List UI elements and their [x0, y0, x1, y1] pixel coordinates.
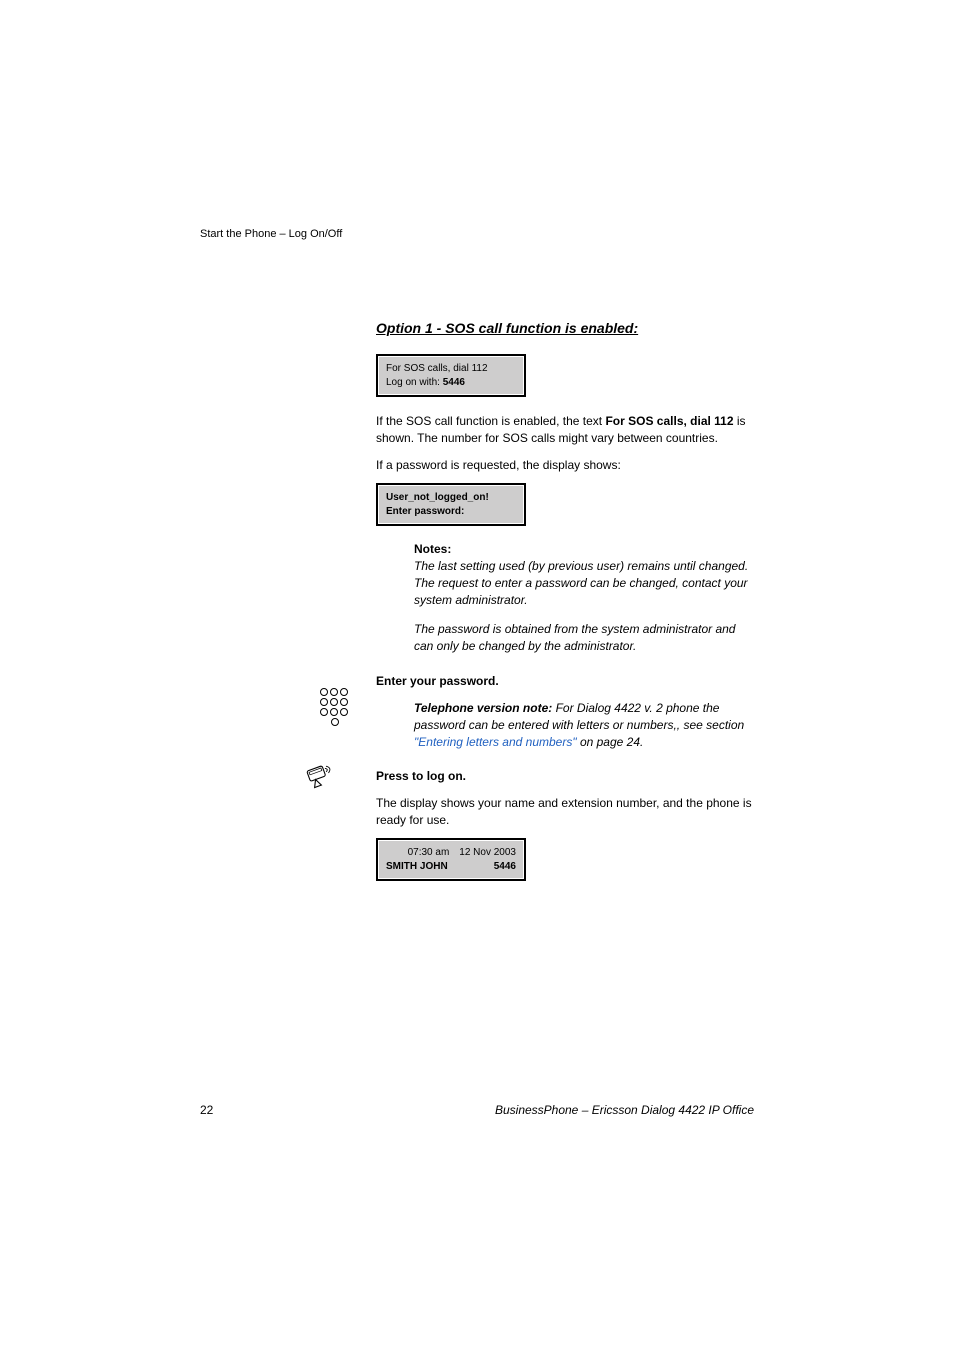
display-line: Log on with: 5446 — [386, 376, 516, 390]
text-bold: For SOS calls, dial 112 — [605, 414, 733, 428]
page-number: 22 — [200, 1103, 213, 1117]
paragraph: The display shows your name and extensio… — [376, 795, 756, 829]
display-line: Enter password: — [386, 505, 516, 519]
display-time: 07:30 am — [386, 846, 459, 860]
display-row: SMITH JOHN 5446 — [386, 860, 516, 874]
display-date: 12 Nov 2003 — [459, 846, 516, 860]
action-label: Press to log on. — [376, 769, 466, 783]
display-line: For SOS calls, dial 112 — [386, 362, 516, 376]
display-text: Log on with: — [386, 377, 443, 388]
note-bold: Telephone version note: — [414, 701, 552, 715]
display-value: 5446 — [443, 377, 465, 388]
link-entering-letters[interactable]: "Entering letters and numbers" — [414, 735, 577, 749]
display-row: 07:30 am 12 Nov 2003 — [386, 846, 516, 860]
notes-text: The password is obtained from the system… — [414, 621, 756, 655]
action-press-logon: Press to log on. — [376, 767, 756, 785]
running-header: Start the Phone – Log On/Off — [200, 228, 342, 240]
keypad-icon — [320, 688, 350, 726]
version-note: Telephone version note: For Dialog 4422 … — [414, 700, 756, 750]
speaker-icon — [302, 758, 342, 799]
display-line: User_not_logged_on! — [386, 491, 516, 505]
content-column: Option 1 - SOS call function is enabled:… — [376, 320, 756, 897]
paragraph: If a password is requested, the display … — [376, 457, 756, 474]
notes-text: The last setting used (by previous user)… — [414, 558, 756, 608]
phone-display-sos: For SOS calls, dial 112 Log on with: 544… — [376, 354, 526, 397]
phone-display-password: User_not_logged_on! Enter password: — [376, 483, 526, 526]
text: If the SOS call function is enabled, the… — [376, 414, 605, 428]
page: Start the Phone – Log On/Off Option 1 - … — [0, 0, 954, 1351]
notes-block: Notes: The last setting used (by previou… — [414, 542, 756, 654]
phone-display-ready: 07:30 am 12 Nov 2003 SMITH JOHN 5446 — [376, 838, 526, 881]
notes-label: Notes: — [414, 542, 756, 556]
action-enter-password: Enter your password. — [376, 672, 756, 690]
section-heading: Option 1 - SOS call function is enabled: — [376, 320, 756, 336]
display-ext: 5446 — [494, 860, 516, 874]
display-name: SMITH JOHN — [386, 860, 448, 874]
footer-title: BusinessPhone – Ericsson Dialog 4422 IP … — [495, 1103, 754, 1117]
note-text: on page 24. — [577, 735, 644, 749]
action-label: Enter your password. — [376, 674, 499, 688]
paragraph: If the SOS call function is enabled, the… — [376, 413, 756, 447]
